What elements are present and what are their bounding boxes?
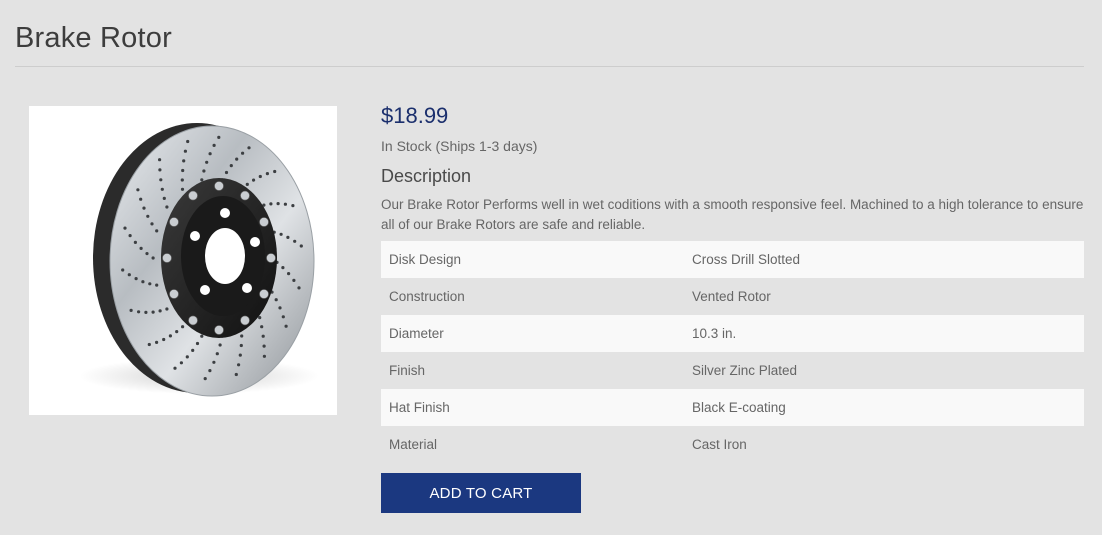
spec-value: Vented Rotor — [692, 289, 771, 304]
spec-key: Hat Finish — [381, 389, 684, 426]
spec-value: Cast Iron — [692, 437, 747, 452]
title-divider — [15, 66, 1084, 67]
product-image — [29, 106, 337, 415]
table-row: Hat Finish Black E-coating — [381, 389, 1084, 426]
spec-table: Disk Design Cross Drill Slotted Construc… — [381, 241, 1084, 463]
product-price: $18.99 — [381, 103, 449, 128]
add-to-cart-button[interactable]: ADD TO CART — [381, 473, 581, 513]
page-title: Brake Rotor — [15, 22, 172, 54]
table-row: Material Cast Iron — [381, 426, 1084, 463]
table-row: Disk Design Cross Drill Slotted — [381, 241, 1084, 278]
table-row: Diameter 10.3 in. — [381, 315, 1084, 352]
description-text: Our Brake Rotor Performs well in wet cod… — [381, 197, 1084, 232]
brake-rotor-image — [79, 123, 319, 397]
product-details: $18.99 In Stock (Ships 1-3 days) Descrip… — [381, 100, 1084, 513]
stock-status: In Stock (Ships 1-3 days) — [381, 138, 538, 154]
description-heading: Description — [381, 166, 472, 186]
spec-value: 10.3 in. — [684, 315, 1084, 352]
spec-value: Silver Zinc Plated — [692, 363, 798, 378]
table-row: Finish Silver Zinc Plated — [381, 352, 1084, 389]
spec-key: Diameter — [381, 315, 684, 352]
spec-key: Disk Design — [381, 241, 684, 278]
spec-value: Cross Drill Slotted — [684, 241, 1084, 278]
spec-key: Finish — [389, 363, 426, 378]
spec-key: Construction — [389, 289, 465, 304]
table-row: Construction Vented Rotor — [381, 278, 1084, 315]
spec-key: Material — [389, 437, 438, 452]
spec-value: Black E-coating — [684, 389, 1084, 426]
